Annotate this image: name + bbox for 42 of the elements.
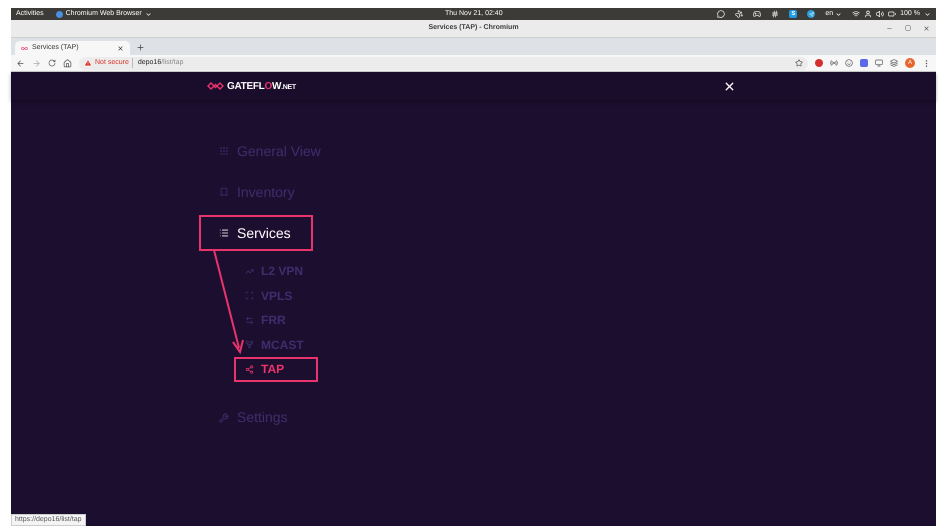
face-icon — [845, 59, 853, 67]
list-icon — [219, 228, 229, 238]
wifi-icon — [852, 10, 860, 18]
send-icon[interactable] — [807, 10, 816, 18]
submenu-item[interactable]: TAP — [234, 357, 318, 382]
square-extension-icon[interactable] — [860, 59, 868, 67]
wrench-icon — [219, 412, 229, 422]
grid-icon — [219, 146, 229, 156]
trend-line-icon — [245, 266, 254, 276]
hash-icon — [771, 10, 780, 18]
caret-icon — [144, 10, 152, 18]
bookmark-icon — [219, 187, 229, 197]
corners-icon — [245, 291, 254, 300]
caret-icon — [835, 10, 842, 18]
close-tab-icon[interactable] — [117, 44, 124, 52]
warning-icon — [84, 59, 92, 67]
gamepad-icon — [753, 10, 762, 18]
forward-icon — [32, 58, 41, 68]
menu-item[interactable]: Services — [199, 215, 313, 251]
favicon-icon — [21, 44, 28, 52]
volume-icon — [876, 10, 884, 18]
star-icon[interactable] — [795, 59, 803, 67]
fork-icon — [245, 340, 254, 350]
radio-icon — [830, 59, 838, 67]
maximize-icon[interactable] — [905, 25, 911, 31]
extension-icon[interactable] — [815, 59, 823, 67]
paw-icon — [735, 10, 744, 18]
home-icon — [63, 58, 72, 68]
reload-icon — [48, 59, 56, 67]
nodes-icon — [245, 364, 254, 374]
logo-icon — [207, 82, 224, 90]
layers-icon — [890, 59, 898, 67]
user-icon — [864, 10, 872, 18]
chat-icon — [717, 10, 726, 18]
monitor-icon — [875, 59, 883, 67]
close-icon[interactable] — [923, 25, 930, 32]
caret-icon[interactable] — [924, 10, 931, 18]
back-icon — [16, 58, 25, 68]
new-tab-icon[interactable] — [136, 43, 145, 52]
battery-icon — [888, 10, 896, 18]
close-icon[interactable] — [723, 80, 736, 92]
arrows-icon — [245, 316, 254, 325]
